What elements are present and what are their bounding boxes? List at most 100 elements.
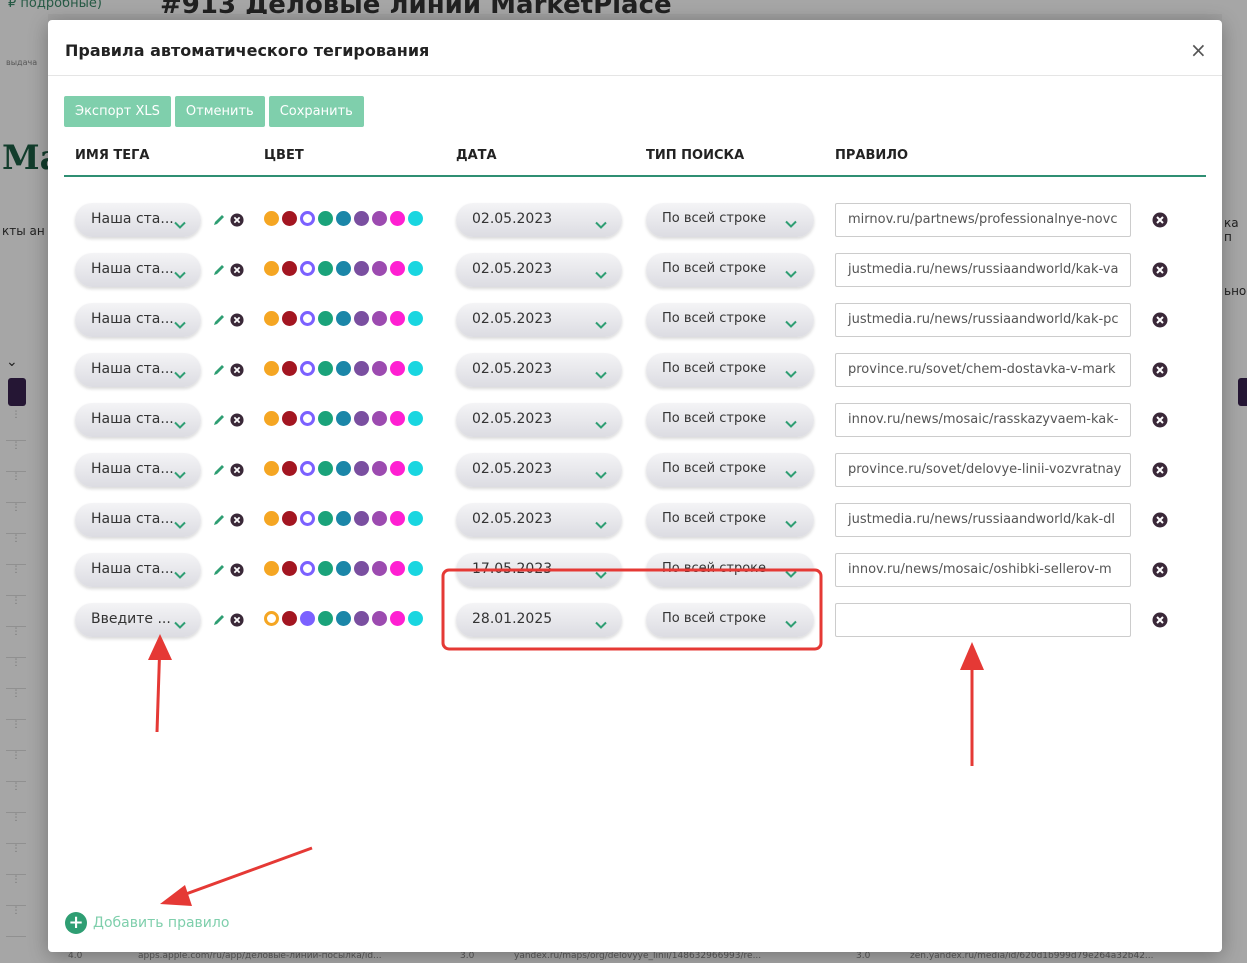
color-swatch[interactable]: [408, 611, 423, 626]
color-swatch[interactable]: [318, 611, 333, 626]
rule-input[interactable]: justmedia.ru/news/russiaandworld/kak-pc: [835, 303, 1131, 337]
delete-rule-icon[interactable]: [1152, 462, 1168, 478]
color-swatch[interactable]: [282, 461, 297, 476]
color-swatch[interactable]: [390, 561, 405, 576]
color-swatch[interactable]: [264, 511, 279, 526]
search-type-select[interactable]: По всей строке: [646, 553, 814, 587]
rule-input[interactable]: justmedia.ru/news/russiaandworld/kak-va: [835, 253, 1131, 287]
color-swatch[interactable]: [372, 361, 387, 376]
pencil-icon[interactable]: [212, 312, 226, 326]
color-swatch[interactable]: [282, 511, 297, 526]
color-swatch[interactable]: [264, 361, 279, 376]
remove-tag-icon[interactable]: [230, 512, 244, 527]
tag-name-select[interactable]: Наша ста...: [75, 553, 201, 587]
color-swatch[interactable]: [282, 261, 297, 276]
tag-name-select[interactable]: Наша ста...: [75, 353, 201, 387]
rule-input[interactable]: innov.ru/news/mosaic/rasskazyvaem-kak-: [835, 403, 1131, 437]
search-type-select[interactable]: По всей строке: [646, 453, 814, 487]
color-swatch[interactable]: [264, 561, 279, 576]
color-swatch[interactable]: [354, 561, 369, 576]
color-swatch[interactable]: [408, 211, 423, 226]
color-swatch[interactable]: [372, 561, 387, 576]
color-swatch[interactable]: [408, 311, 423, 326]
color-swatch[interactable]: [282, 211, 297, 226]
delete-rule-icon[interactable]: [1152, 312, 1168, 328]
color-swatch[interactable]: [300, 511, 315, 526]
tag-name-select[interactable]: Наша ста...: [75, 303, 201, 337]
delete-rule-icon[interactable]: [1152, 262, 1168, 278]
color-swatch[interactable]: [300, 611, 315, 626]
color-swatch[interactable]: [282, 611, 297, 626]
color-swatch[interactable]: [408, 561, 423, 576]
pencil-icon[interactable]: [212, 212, 226, 226]
color-swatch[interactable]: [390, 211, 405, 226]
search-type-select[interactable]: По всей строке: [646, 503, 814, 537]
remove-tag-icon[interactable]: [230, 262, 244, 277]
delete-rule-icon[interactable]: [1152, 212, 1168, 228]
date-select[interactable]: 02.05.2023: [456, 353, 622, 387]
search-type-select[interactable]: По всей строке: [646, 603, 814, 637]
color-swatch[interactable]: [372, 611, 387, 626]
color-swatch[interactable]: [354, 411, 369, 426]
remove-tag-icon[interactable]: [230, 612, 244, 627]
color-swatch[interactable]: [372, 461, 387, 476]
color-swatch[interactable]: [318, 361, 333, 376]
add-rule-button[interactable]: + Добавить правило: [65, 912, 229, 934]
search-type-select[interactable]: По всей строке: [646, 353, 814, 387]
color-swatch[interactable]: [390, 411, 405, 426]
color-swatch[interactable]: [318, 411, 333, 426]
color-swatch[interactable]: [336, 361, 351, 376]
color-swatch[interactable]: [282, 311, 297, 326]
color-swatch[interactable]: [318, 311, 333, 326]
color-swatch[interactable]: [282, 561, 297, 576]
delete-rule-icon[interactable]: [1152, 512, 1168, 528]
delete-rule-icon[interactable]: [1152, 562, 1168, 578]
search-type-select[interactable]: По всей строке: [646, 203, 814, 237]
rule-input[interactable]: mirnov.ru/partnews/professionalnye-novc: [835, 203, 1131, 237]
color-swatch[interactable]: [390, 611, 405, 626]
pencil-icon[interactable]: [212, 612, 226, 626]
color-swatch[interactable]: [372, 311, 387, 326]
delete-rule-icon[interactable]: [1152, 612, 1168, 628]
date-select[interactable]: 02.05.2023: [456, 403, 622, 437]
color-swatch[interactable]: [336, 561, 351, 576]
date-select[interactable]: 17.05.2023: [456, 553, 622, 587]
pencil-icon[interactable]: [212, 262, 226, 276]
save-button[interactable]: Сохранить: [268, 96, 364, 127]
color-swatch[interactable]: [390, 261, 405, 276]
color-swatch[interactable]: [264, 261, 279, 276]
color-swatch[interactable]: [390, 461, 405, 476]
color-swatch[interactable]: [282, 361, 297, 376]
pencil-icon[interactable]: [212, 462, 226, 476]
remove-tag-icon[interactable]: [230, 362, 244, 377]
color-swatch[interactable]: [408, 411, 423, 426]
remove-tag-icon[interactable]: [230, 412, 244, 427]
rule-input[interactable]: province.ru/sovet/chem-dostavka-v-mark: [835, 353, 1131, 387]
rule-input[interactable]: justmedia.ru/news/russiaandworld/kak-dl: [835, 503, 1131, 537]
color-swatch[interactable]: [408, 361, 423, 376]
color-swatch[interactable]: [336, 211, 351, 226]
remove-tag-icon[interactable]: [230, 562, 244, 577]
pencil-icon[interactable]: [212, 562, 226, 576]
color-swatch[interactable]: [300, 311, 315, 326]
delete-rule-icon[interactable]: [1152, 362, 1168, 378]
cancel-button[interactable]: Отменить: [174, 96, 265, 127]
tag-name-select[interactable]: Наша ста...: [75, 453, 201, 487]
color-swatch[interactable]: [300, 461, 315, 476]
delete-rule-icon[interactable]: [1152, 412, 1168, 428]
color-swatch[interactable]: [354, 361, 369, 376]
color-swatch[interactable]: [300, 411, 315, 426]
color-swatch[interactable]: [390, 511, 405, 526]
color-swatch[interactable]: [318, 511, 333, 526]
search-type-select[interactable]: По всей строке: [646, 403, 814, 437]
color-swatch[interactable]: [264, 461, 279, 476]
color-swatch[interactable]: [408, 511, 423, 526]
date-select[interactable]: 02.05.2023: [456, 253, 622, 287]
color-swatch[interactable]: [408, 461, 423, 476]
color-swatch[interactable]: [336, 461, 351, 476]
color-swatch[interactable]: [372, 511, 387, 526]
tag-name-select[interactable]: Наша ста...: [75, 253, 201, 287]
tag-name-select[interactable]: Наша ста...: [75, 203, 201, 237]
tag-name-select[interactable]: Введите ...: [75, 603, 201, 637]
rule-input[interactable]: innov.ru/news/mosaic/oshibki-sellerov-m: [835, 553, 1131, 587]
